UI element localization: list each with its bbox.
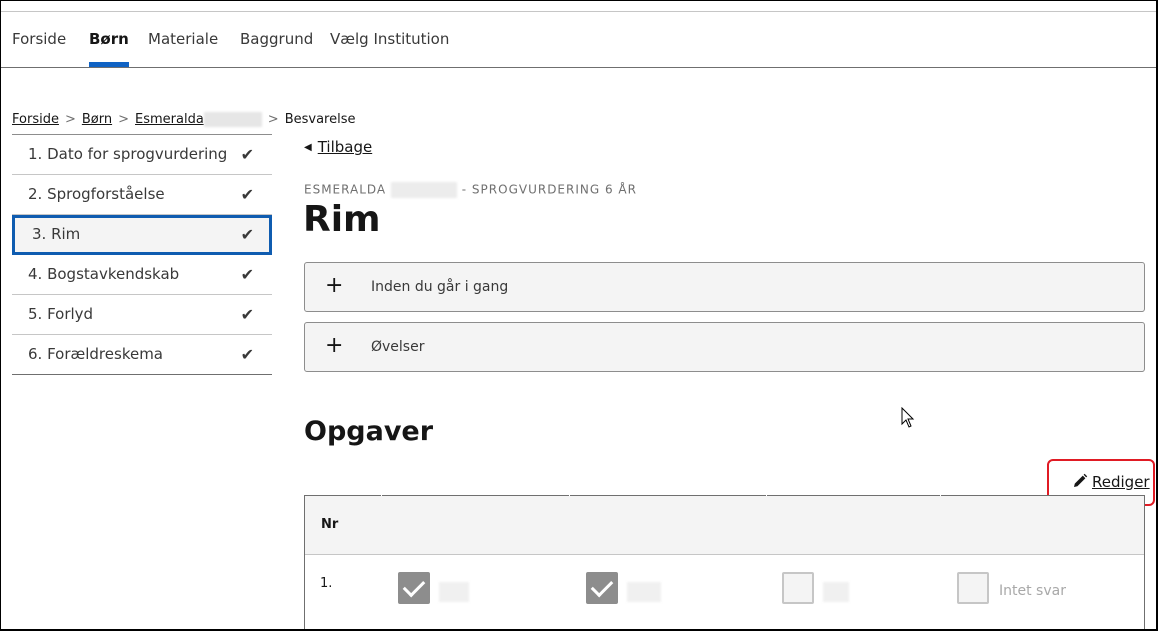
caret-left-icon: ◀ bbox=[304, 142, 312, 153]
step-label: 4. Bogstavkendskab bbox=[28, 265, 180, 283]
section-title: Opgaver bbox=[304, 416, 434, 447]
row-number: 1. bbox=[320, 576, 333, 591]
answer-checkbox-checked[interactable] bbox=[398, 572, 430, 604]
breadcrumb: Forside > Børn > Esmeralda > Besvarelse bbox=[12, 112, 356, 127]
nav-item-baggrund[interactable]: Baggrund bbox=[240, 12, 313, 67]
redacted-text bbox=[823, 582, 849, 602]
header-nr: Nr bbox=[321, 517, 339, 532]
child-name: ESMERALDA bbox=[304, 182, 387, 197]
breadcrumb-separator: > bbox=[64, 112, 76, 127]
accordion-ovelser[interactable]: + Øvelser bbox=[304, 322, 1145, 372]
step-item[interactable]: 6. Forældreskema ✔ bbox=[12, 335, 272, 375]
browser-window: Forside Børn Materiale Baggrund Vælg Ins… bbox=[0, 0, 1158, 631]
edit-label[interactable]: Rediger bbox=[1092, 473, 1150, 491]
check-icon: ✔ bbox=[240, 145, 254, 164]
check-icon: ✔ bbox=[240, 265, 254, 284]
breadcrumb-separator: > bbox=[118, 112, 129, 127]
step-item[interactable]: 1. Dato for sprogvurdering ✔ bbox=[12, 135, 272, 175]
step-item[interactable]: 2. Sprogforståelse ✔ bbox=[12, 175, 272, 215]
tasks-table: Nr 1. Intet svar bbox=[304, 495, 1145, 629]
step-list: 1. Dato for sprogvurdering ✔ 2. Sprogfors… bbox=[12, 134, 272, 375]
step-item[interactable]: 4. Bogstavkendskab ✔ bbox=[12, 255, 272, 295]
answer-label bbox=[439, 582, 469, 602]
nav-item-born[interactable]: Børn bbox=[89, 12, 129, 67]
answer-label bbox=[823, 582, 849, 602]
back-link-label[interactable]: Tilbage bbox=[318, 138, 373, 156]
breadcrumb-separator: > bbox=[267, 112, 279, 127]
back-link[interactable]: ◀ Tilbage bbox=[304, 138, 372, 156]
step-item[interactable]: 5. Forlyd ✔ bbox=[12, 295, 272, 335]
step-label: 5. Forlyd bbox=[28, 305, 94, 323]
answer-label bbox=[627, 582, 661, 602]
accordion-label: Øvelser bbox=[371, 339, 425, 355]
nav-item-vaelg-institution[interactable]: Vælg Institution bbox=[330, 12, 449, 67]
answer-checkbox-intet-svar[interactable] bbox=[957, 572, 989, 604]
check-icon: ✔ bbox=[240, 345, 254, 364]
answer-checkbox-checked[interactable] bbox=[586, 572, 618, 604]
page-eyebrow: ESMERALDA - SPROGVURDERING 6 ÅR bbox=[304, 182, 637, 198]
check-icon: ✔ bbox=[240, 185, 254, 204]
breadcrumb-child-name: Esmeralda bbox=[135, 112, 204, 127]
plus-icon: + bbox=[325, 333, 344, 358]
answer-label: Intet svar bbox=[999, 583, 1066, 599]
accordion-label: Inden du går i gang bbox=[371, 279, 509, 295]
plus-icon: + bbox=[325, 273, 344, 298]
nav-item-materiale[interactable]: Materiale bbox=[148, 12, 218, 67]
step-label: 6. Forældreskema bbox=[28, 345, 163, 363]
step-item-active[interactable]: 3. Rim ✔ bbox=[12, 215, 272, 255]
step-label: 2. Sprogforståelse bbox=[28, 185, 165, 203]
table-header: Nr bbox=[305, 496, 1144, 555]
redacted-surname bbox=[390, 182, 457, 198]
breadcrumb-current: Besvarelse bbox=[284, 112, 356, 127]
redacted-surname bbox=[203, 112, 262, 127]
assessment-name: - SPROGVURDERING 6 ÅR bbox=[461, 182, 637, 197]
accordion-inden-du-gaar-i-gang[interactable]: + Inden du går i gang bbox=[304, 262, 1145, 312]
main-nav: Forside Børn Materiale Baggrund Vælg Ins… bbox=[1, 12, 1156, 68]
breadcrumb-born[interactable]: Børn bbox=[82, 112, 112, 127]
answer-checkbox[interactable] bbox=[782, 572, 814, 604]
step-label: 1. Dato for sprogvurdering bbox=[28, 145, 228, 163]
page-title: Rim bbox=[303, 199, 381, 240]
check-icon: ✔ bbox=[240, 225, 254, 244]
edit-button[interactable]: Rediger bbox=[1072, 473, 1150, 491]
breadcrumb-forside[interactable]: Forside bbox=[12, 112, 59, 127]
check-icon: ✔ bbox=[240, 305, 254, 324]
pencil-icon bbox=[1074, 473, 1088, 487]
mouse-cursor-icon bbox=[901, 407, 915, 428]
step-label: 3. Rim bbox=[32, 225, 81, 243]
breadcrumb-child[interactable]: Esmeralda bbox=[135, 112, 262, 127]
nav-item-forside[interactable]: Forside bbox=[12, 12, 66, 67]
redacted-text bbox=[627, 582, 661, 602]
redacted-text bbox=[439, 582, 469, 602]
